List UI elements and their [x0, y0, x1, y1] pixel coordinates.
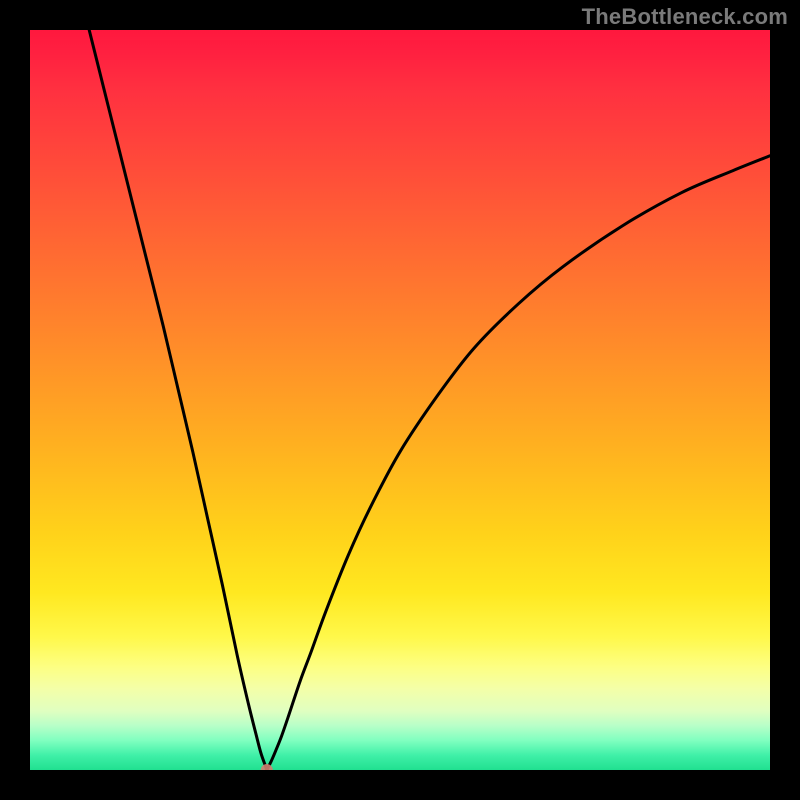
plot-area	[30, 30, 770, 770]
curve-layer	[30, 30, 770, 770]
bottleneck-curve	[89, 30, 770, 770]
chart-frame: TheBottleneck.com	[0, 0, 800, 800]
watermark-text: TheBottleneck.com	[582, 4, 788, 30]
